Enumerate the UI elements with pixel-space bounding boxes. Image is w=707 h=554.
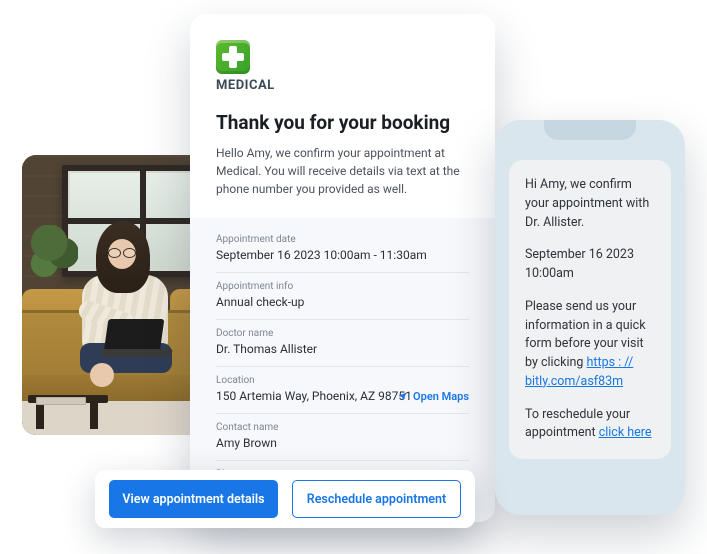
field-label: Contact name (216, 422, 469, 433)
sms-bubble: Hi Amy, we confirm your appointment with… (509, 160, 671, 459)
open-maps-label: Open Maps (413, 390, 469, 403)
confirmation-intro: Hello Amy, we confirm your appointment a… (216, 144, 469, 198)
field-label: Appointment date (216, 234, 469, 245)
field-value: September 16 2023 10:00am - 11:30am (216, 248, 469, 262)
field-appointment-info: Appointment info Annual check-up (216, 273, 469, 320)
field-doctor-name: Doctor name Dr. Thomas Allister (216, 320, 469, 367)
brand-name: MEDICAL (216, 78, 275, 93)
field-label: Doctor name (216, 328, 469, 339)
sms-reschedule-link[interactable]: click here (599, 425, 652, 440)
sms-form-line: Please send us your information in a qui… (525, 298, 655, 392)
field-label: Location (216, 375, 469, 386)
phone-notch (544, 120, 636, 140)
reschedule-appointment-button[interactable]: Reschedule appointment (292, 480, 461, 518)
brand-logo: MEDICAL (216, 40, 469, 93)
field-appointment-date: Appointment date September 16 2023 10:00… (216, 226, 469, 273)
field-contact-name: Contact name Amy Brown (216, 414, 469, 461)
sms-datetime: September 16 2023 10:00am (525, 246, 655, 284)
field-value: Amy Brown (216, 436, 469, 450)
sms-reschedule-line: To reschedule your appointment click her… (525, 406, 655, 444)
view-appointment-details-button[interactable]: View appointment details (109, 480, 278, 518)
sms-greeting: Hi Amy, we confirm your appointment with… (525, 176, 655, 232)
medical-cross-icon (216, 40, 250, 74)
phone-mockup: Hi Amy, we confirm your appointment with… (495, 120, 685, 515)
field-location: Location 150 Artemia Way, Phoenix, AZ 98… (216, 367, 469, 414)
page-title: Thank you for your booking (216, 111, 469, 134)
location-arrow-icon (397, 391, 408, 402)
field-value: Dr. Thomas Allister (216, 342, 469, 356)
booking-confirmation-card: MEDICAL Thank you for your booking Hello… (190, 14, 495, 522)
action-button-bar: View appointment details Reschedule appo… (95, 470, 475, 528)
field-label: Appointment info (216, 281, 469, 292)
open-maps-link[interactable]: Open Maps (397, 390, 469, 403)
field-value: Annual check-up (216, 295, 469, 309)
